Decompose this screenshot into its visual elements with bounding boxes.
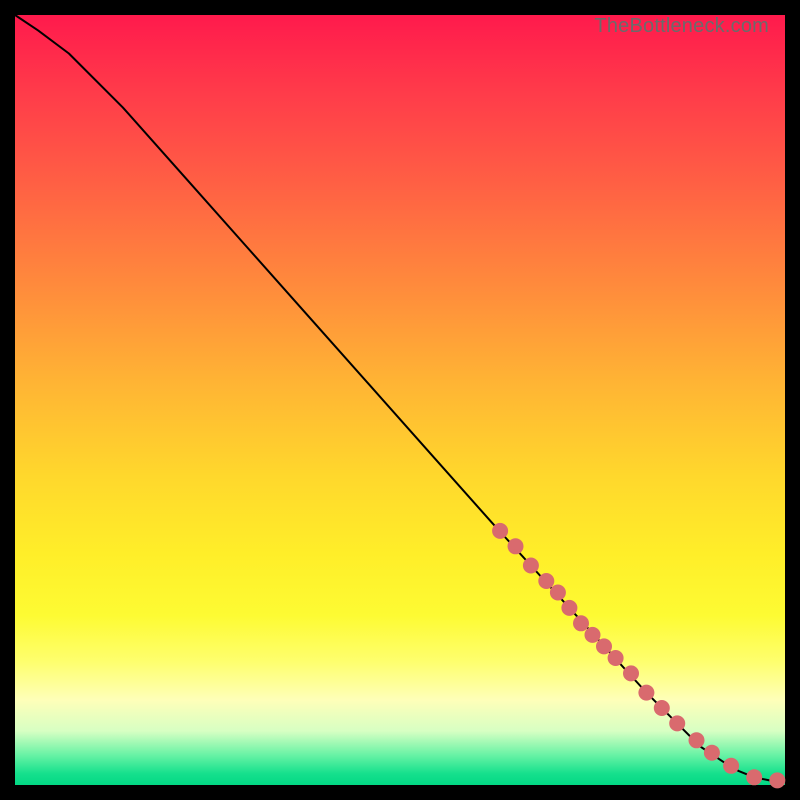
data-marker — [769, 772, 785, 788]
data-marker — [723, 758, 739, 774]
data-marker — [746, 769, 762, 785]
data-marker — [523, 558, 539, 574]
data-marker — [689, 732, 705, 748]
data-marker — [654, 700, 670, 716]
data-marker — [596, 638, 612, 654]
data-marker — [561, 600, 577, 616]
data-marker — [585, 627, 601, 643]
data-marker — [608, 650, 624, 666]
bottleneck-curve — [15, 15, 785, 781]
chart-frame: TheBottleneck.com — [0, 0, 800, 800]
data-marker — [638, 685, 654, 701]
data-marker — [550, 585, 566, 601]
marker-group — [492, 523, 785, 789]
data-marker — [508, 538, 524, 554]
data-marker — [669, 715, 685, 731]
plot-area: TheBottleneck.com — [15, 15, 785, 785]
data-marker — [538, 573, 554, 589]
data-marker — [623, 665, 639, 681]
data-marker — [573, 615, 589, 631]
chart-svg — [15, 15, 785, 785]
data-marker — [704, 745, 720, 761]
data-marker — [492, 523, 508, 539]
